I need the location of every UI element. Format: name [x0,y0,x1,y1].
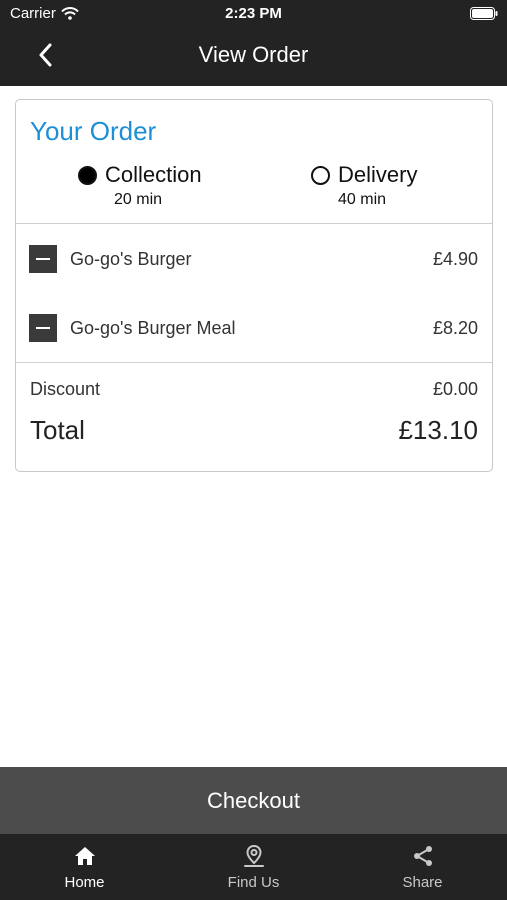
status-bar: Carrier 2:23 PM [0,0,507,28]
divider [16,362,492,363]
tab-label: Share [402,874,443,891]
page-title: View Order [198,42,309,67]
delivery-option[interactable]: Delivery [311,162,417,188]
collection-radio[interactable] [78,165,97,185]
order-card-title: Your Order [30,116,157,146]
status-time: 2:23 PM [225,5,282,22]
share-icon [412,844,434,868]
item-name: Go-go's Burger Meal [70,318,236,338]
home-icon [74,844,96,868]
tab-find-us[interactable]: Find Us [169,834,338,900]
delivery-label: Delivery [338,162,418,187]
tab-share[interactable]: Share [338,834,507,900]
order-item: Go-go's Burger Meal £8.20 [16,308,492,348]
total-value: £13.10 [398,415,478,445]
map-pin-icon [243,844,265,868]
navigation-bar: View Order [0,28,507,86]
item-price: £8.20 [432,318,478,338]
checkout-label: Checkout [207,787,300,813]
tab-label: Home [64,874,105,891]
order-card: Your Order Collection 20 min Delivery 40… [15,99,493,472]
collection-label: Collection [105,162,202,187]
order-item: Go-go's Burger £4.90 [16,239,492,279]
divider [16,223,492,224]
collection-time: 20 min [114,191,163,208]
discount-value: £0.00 [432,379,478,399]
tab-bar: Home Find Us Share [0,834,507,900]
top-bar: Carrier 2:23 PM View Order [0,0,507,86]
delivery-radio[interactable] [311,165,330,185]
item-name: Go-go's Burger [70,249,192,269]
item-price: £4.90 [432,249,478,269]
remove-item-button[interactable] [29,245,57,273]
delivery-time: 40 min [338,191,387,208]
tab-label: Find Us [227,874,280,891]
battery-icon [470,7,498,20]
total-label: Total [30,415,85,445]
discount-label: Discount [30,379,101,399]
checkout-button[interactable]: Checkout [0,767,507,834]
collection-option[interactable]: Collection [78,162,202,188]
tab-home[interactable]: Home [0,834,169,900]
remove-item-button[interactable] [29,314,57,342]
